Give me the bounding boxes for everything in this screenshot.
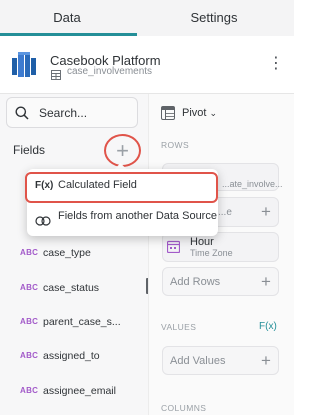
field-name: case_type bbox=[43, 247, 91, 259]
search-icon bbox=[15, 106, 29, 120]
time-field-subtitle: Time Zone bbox=[190, 248, 233, 258]
pivot-table-icon bbox=[161, 106, 175, 120]
add-icon[interactable]: + bbox=[261, 203, 271, 220]
field-name: parent_case_s... bbox=[43, 316, 121, 328]
row-field-name: ...e bbox=[218, 207, 232, 218]
field-row[interactable]: ABC case_type bbox=[0, 245, 148, 265]
calculated-value-icon[interactable]: F(x) bbox=[259, 321, 277, 332]
values-section-label: VALUES bbox=[161, 322, 197, 332]
calendar-icon bbox=[166, 240, 181, 254]
field-name: assignee_email bbox=[43, 385, 116, 397]
tab-bar: Data Settings bbox=[0, 0, 294, 36]
add-rows-label: Add Rows bbox=[170, 276, 221, 288]
table-icon bbox=[51, 67, 61, 80]
tab-settings[interactable]: Settings bbox=[134, 0, 294, 36]
highlight-circle bbox=[104, 134, 141, 167]
field-type-badge: ABC bbox=[20, 317, 39, 326]
rows-section-label: ROWS bbox=[161, 140, 190, 150]
highlight-box bbox=[25, 172, 218, 203]
field-row[interactable]: ABC assigned_to bbox=[0, 348, 148, 368]
field-type-badge: ABC bbox=[20, 283, 39, 292]
menu-item-other-data-source[interactable]: Fields from another Data Source bbox=[27, 203, 218, 233]
row-field-name: ...ate_involve... bbox=[222, 179, 283, 189]
columns-section-label: COLUMNS bbox=[161, 403, 207, 413]
field-name: case_status bbox=[43, 282, 100, 294]
field-row[interactable]: ABC parent_case_s... bbox=[0, 314, 148, 334]
database-icon bbox=[12, 52, 36, 79]
menu-item-label: Fields from another Data Source bbox=[58, 210, 217, 222]
more-options-icon[interactable]: ⋮ bbox=[268, 55, 284, 73]
chevron-down-icon: ⌄ bbox=[209, 108, 218, 118]
time-field-title: Hour bbox=[190, 236, 214, 248]
field-type-badge: ABC bbox=[20, 351, 39, 360]
fields-heading: Fields bbox=[13, 143, 46, 157]
field-type-badge: ABC bbox=[20, 386, 39, 395]
add-rows-icon[interactable]: + bbox=[261, 273, 271, 290]
link-icon bbox=[35, 213, 51, 226]
data-source-table: case_involvements bbox=[67, 66, 153, 77]
field-type-badge: ABC bbox=[20, 248, 39, 257]
field-row[interactable]: ABC case_status bbox=[0, 280, 148, 300]
pivot-mode-dropdown[interactable]: Pivot ⌄ bbox=[182, 107, 217, 119]
tab-data[interactable]: Data bbox=[0, 0, 134, 36]
pivot-mode-label: Pivot bbox=[182, 107, 207, 119]
add-values-label: Add Values bbox=[170, 355, 226, 367]
add-values-icon[interactable]: + bbox=[261, 352, 271, 369]
search-placeholder: Search... bbox=[39, 106, 88, 120]
field-row[interactable]: ABC assignee_email bbox=[0, 383, 148, 403]
field-name: assigned_to bbox=[43, 350, 100, 362]
